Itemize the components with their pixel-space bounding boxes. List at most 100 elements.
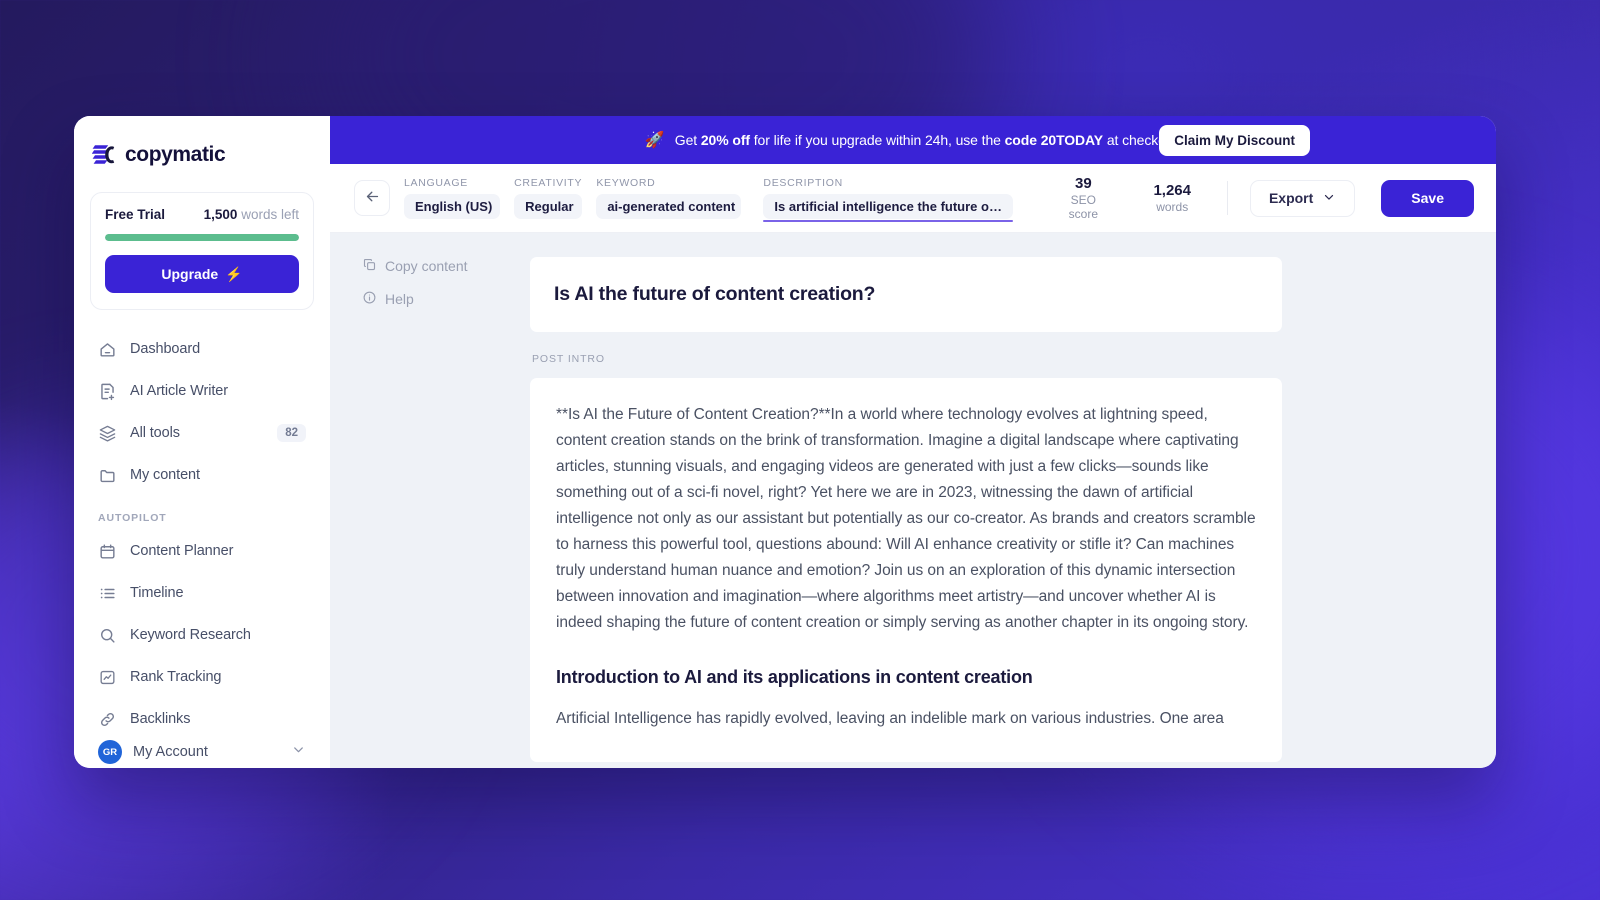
chevron-down-icon — [291, 742, 306, 762]
layers-icon — [98, 424, 117, 443]
editor-workspace: Copy content Help Is AI the future of co… — [330, 233, 1496, 768]
trial-words-left: 1,500 words left — [204, 207, 299, 222]
word-count-stat: 1,264 words — [1139, 182, 1205, 213]
description-value[interactable]: Is artificial intelligence the future of… — [763, 194, 1014, 219]
sidebar-item-label: My content — [130, 467, 200, 483]
sidebar-item-label: AI Article Writer — [130, 383, 228, 399]
list-icon — [98, 584, 117, 603]
field-description: DESCRIPTION Is artificial intelligence t… — [763, 177, 1014, 222]
sidebar-item-label: Backlinks — [130, 711, 191, 727]
intro-paragraph: **Is AI the Future of Content Creation?*… — [556, 406, 1256, 631]
promo-discount: 20% off — [700, 132, 750, 148]
section-heading: Introduction to AI and its applications … — [556, 667, 1033, 687]
upgrade-button-label: Upgrade — [161, 266, 219, 282]
link-icon — [98, 710, 117, 729]
promo-code: code 20TODAY — [1004, 132, 1104, 148]
sidebar-section-autopilot: AUTOPILOT — [98, 512, 167, 524]
sidebar-item-all-tools[interactable]: All tools 82 — [90, 412, 314, 454]
word-count-label: words — [1156, 199, 1189, 214]
document-body-card[interactable]: **Is AI the Future of Content Creation?*… — [530, 378, 1282, 762]
trial-words-number: 1,500 — [203, 207, 238, 222]
field-label: KEYWORD — [596, 177, 656, 189]
brand-logo[interactable]: copymatic — [90, 134, 314, 168]
sidebar-item-rank-tracking[interactable]: Rank Tracking — [90, 656, 314, 698]
avatar: GR — [98, 740, 122, 764]
language-value[interactable]: English (US) — [404, 194, 501, 219]
help-button[interactable]: Help — [362, 290, 530, 308]
my-account-label: My Account — [133, 744, 208, 760]
description-wrapper: Is artificial intelligence the future of… — [763, 194, 1014, 222]
home-icon — [98, 340, 117, 359]
copy-icon — [362, 257, 377, 275]
trial-progress-bar — [105, 234, 299, 241]
promo-banner: 🚀 Get 20% off for life if you upgrade wi… — [330, 116, 1496, 164]
trial-card: Free Trial 1,500 words left Upgrade ⚡ — [90, 192, 314, 310]
trial-plan-label: Free Trial — [105, 207, 166, 222]
sidebar-item-timeline[interactable]: Timeline — [90, 572, 314, 614]
document-add-icon — [98, 382, 117, 401]
promo-text: Get 20% off for life if you upgrade with… — [675, 132, 1181, 148]
sidebar-item-backlinks[interactable]: Backlinks — [90, 698, 314, 740]
field-label: DESCRIPTION — [763, 177, 843, 189]
sidebar-item-label: All tools — [130, 425, 180, 441]
document-title-card[interactable]: Is AI the future of content creation? — [530, 257, 1282, 332]
sidebar-item-label: Content Planner — [130, 543, 234, 559]
field-label: LANGUAGE — [404, 177, 468, 189]
seo-score-label: SEO score — [1068, 192, 1099, 221]
seo-score-stat: 39 SEO score — [1041, 175, 1125, 220]
editor-toolbar: LANGUAGE English (US) CREATIVITY Regular… — [330, 164, 1496, 233]
sidebar-item-label: Keyword Research — [130, 627, 251, 643]
page-title: Is AI the future of content creation? — [554, 283, 876, 305]
sidebar-item-label: Timeline — [130, 585, 184, 601]
post-intro-tag: POST INTRO — [532, 353, 605, 365]
toolbar-divider — [1226, 181, 1228, 215]
field-label: CREATIVITY — [514, 177, 583, 189]
field-language: LANGUAGE English (US) — [404, 177, 501, 219]
field-creativity: CREATIVITY Regular — [514, 177, 583, 219]
document-column: Is AI the future of content creation? PO… — [530, 257, 1496, 768]
field-keyword: KEYWORD ai-generated content — [596, 177, 742, 219]
chevron-down-icon — [1322, 190, 1336, 207]
calendar-icon — [98, 542, 117, 561]
creativity-value[interactable]: Regular — [514, 194, 583, 219]
export-button-label: Export — [1268, 190, 1314, 206]
main-area: 🚀 Get 20% off for life if you upgrade wi… — [330, 116, 1496, 768]
my-account-button[interactable]: GR My Account — [90, 740, 314, 764]
sidebar-item-my-content[interactable]: My content — [90, 454, 314, 496]
sidebar-item-keyword-research[interactable]: Keyword Research — [90, 614, 314, 656]
brand-name: copymatic — [125, 143, 226, 166]
copymatic-logo-icon — [91, 142, 116, 168]
chart-box-icon — [98, 668, 117, 687]
folder-icon — [98, 466, 117, 485]
copy-content-button[interactable]: Copy content — [362, 257, 530, 275]
bolt-icon: ⚡ — [225, 265, 243, 282]
word-count-value: 1,264 — [1153, 182, 1191, 200]
sidebar-item-ai-article-writer[interactable]: AI Article Writer — [90, 370, 314, 412]
save-button[interactable]: Save — [1381, 179, 1474, 217]
seo-score-value: 39 — [1075, 175, 1092, 193]
arrow-left-icon — [364, 188, 381, 209]
claim-discount-button[interactable]: Claim My Discount — [1159, 124, 1310, 156]
help-label: Help — [385, 291, 414, 307]
upgrade-button[interactable]: Upgrade ⚡ — [105, 255, 299, 293]
sidebar-nav: Dashboard AI Article Writer All tools 82 — [90, 328, 314, 740]
promo-middle: for life if you upgrade within 24h, use … — [749, 132, 1005, 148]
trial-words-suffix: words left — [241, 207, 299, 222]
document-inner: Is AI the future of content creation? PO… — [530, 257, 1282, 762]
sidebar: copymatic Free Trial 1,500 words left Up… — [74, 116, 330, 768]
keyword-value[interactable]: ai-generated content — [596, 194, 742, 219]
sidebar-item-label: Dashboard — [130, 341, 201, 357]
editor-side-actions: Copy content Help — [330, 257, 530, 768]
sidebar-item-label: Rank Tracking — [130, 669, 222, 685]
back-button[interactable] — [354, 180, 390, 216]
copy-content-label: Copy content — [385, 258, 468, 274]
search-icon — [98, 626, 117, 645]
info-icon — [362, 290, 377, 308]
export-button[interactable]: Export — [1249, 179, 1356, 217]
trial-progress-fill — [105, 234, 299, 241]
body-paragraph-1: Artificial Intelligence has rapidly evol… — [556, 710, 1224, 727]
sidebar-item-content-planner[interactable]: Content Planner — [90, 530, 314, 572]
promo-prefix: Get — [674, 132, 701, 148]
all-tools-count-badge: 82 — [277, 424, 306, 442]
sidebar-item-dashboard[interactable]: Dashboard — [90, 328, 314, 370]
